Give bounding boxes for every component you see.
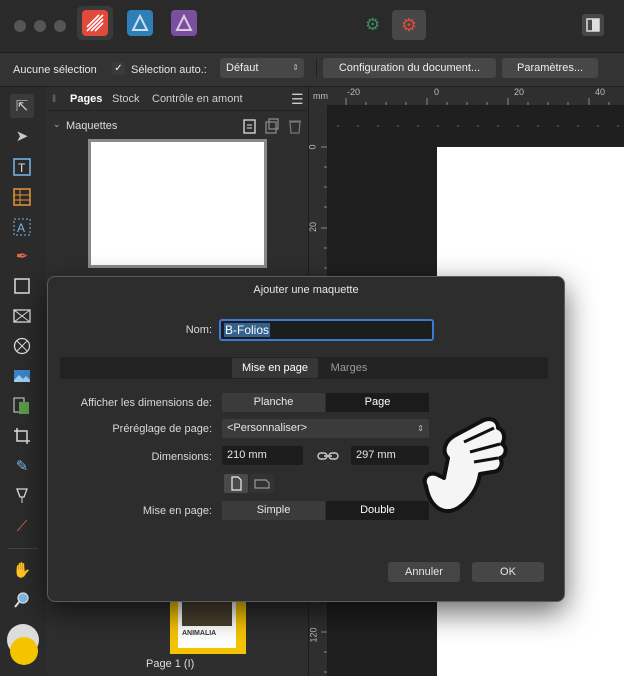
fill-color-swatch[interactable] <box>10 637 38 665</box>
tab-pages[interactable]: Pages <box>70 93 102 105</box>
zoom-tool-icon[interactable] <box>12 590 32 610</box>
panel-grip-icon: ‖ <box>52 94 57 105</box>
panel-toggle-icon[interactable] <box>582 14 604 36</box>
ruler-tick-label: -20 <box>347 87 361 97</box>
thumbnail-photo <box>182 598 232 626</box>
chevron-updown-icon: ⇕ <box>292 63 299 72</box>
auto-select-dropdown[interactable]: Défaut ⇕ <box>220 58 304 78</box>
portrait-orientation-icon[interactable] <box>224 474 248 493</box>
page-thumbnail[interactable]: ANIMALIA <box>170 598 246 654</box>
ok-button[interactable]: OK <box>472 562 544 582</box>
landscape-orientation-icon[interactable] <box>250 474 274 493</box>
ruler-unit: mm <box>313 91 328 101</box>
auto-select-label: Sélection auto.: <box>131 64 207 76</box>
chevron-down-icon[interactable]: ⌄ <box>53 119 61 130</box>
document-setup-button[interactable]: Configuration du document... <box>323 58 496 78</box>
ruler-tick-label: 40 <box>595 87 606 97</box>
name-field[interactable]: B-Folios <box>219 319 434 341</box>
publisher-persona-icon[interactable] <box>82 10 108 36</box>
vector-crop-tool-icon[interactable] <box>12 396 32 416</box>
tab-margins[interactable]: Marges <box>318 358 380 378</box>
toolbar-divider <box>8 548 38 549</box>
ruler-tick-label: 120 <box>308 627 319 643</box>
duplicate-master-icon[interactable] <box>265 118 279 137</box>
auto-select-value: Défaut <box>226 62 259 74</box>
window-close-button[interactable] <box>14 20 26 32</box>
window-zoom-button[interactable] <box>54 20 66 32</box>
dialog-title: Ajouter une maquette <box>253 284 359 296</box>
tab-layout[interactable]: Mise en page <box>232 358 318 378</box>
layout-label: Mise en page: <box>142 505 212 517</box>
rectangle-tool-icon[interactable] <box>12 276 32 296</box>
ruler-tick-label: 20 <box>514 87 525 97</box>
dimensions-label: Dimensions: <box>151 451 212 463</box>
ellipse-frame-tool-icon[interactable] <box>12 336 32 356</box>
move-tool-icon[interactable]: ➤ <box>12 126 32 146</box>
canvas-grid-dots <box>337 125 619 127</box>
crop-tool-icon[interactable] <box>12 426 32 446</box>
ruler-tick-label: 20 <box>308 221 319 233</box>
ruler-tick-label: 0 <box>434 87 440 97</box>
page-label: Page 1 (I) <box>146 658 195 670</box>
delete-master-icon[interactable] <box>288 118 302 137</box>
link-dimensions-icon[interactable] <box>317 448 339 464</box>
settings-button[interactable]: Paramètres... <box>502 58 598 78</box>
panel-divider <box>47 110 308 111</box>
page-preset-value: <Personnaliser> <box>227 422 308 434</box>
tab-stock[interactable]: Stock <box>112 93 140 105</box>
page-preset-label: Préréglage de page: <box>112 423 212 435</box>
add-master-icon[interactable] <box>243 118 257 137</box>
picture-frame-tool-icon[interactable] <box>12 306 32 326</box>
view-tool-icon[interactable]: ✋ <box>12 560 32 580</box>
auto-select-checkbox[interactable]: ✓ <box>112 62 125 75</box>
spread-option[interactable]: Planche <box>222 393 325 412</box>
pointing-hand-icon <box>422 417 508 514</box>
masters-section-title: Maquettes <box>66 120 118 132</box>
svg-text:A: A <box>17 221 25 235</box>
tab-preflight[interactable]: Contrôle en amont <box>152 93 243 105</box>
gear-icon[interactable]: ⚙ <box>365 16 383 34</box>
single-page-option[interactable]: Simple <box>222 501 325 520</box>
node-tool-icon[interactable]: ⇱ <box>12 96 32 116</box>
thumbnail-text: ANIMALIA <box>182 630 217 637</box>
name-label: Nom: <box>185 324 212 336</box>
name-field-value: B-Folios <box>224 323 271 337</box>
ruler-tick-label: 0 <box>307 144 318 150</box>
fill-tool-icon[interactable]: ✎ <box>12 456 32 476</box>
master-thumbnail[interactable] <box>88 139 267 268</box>
designer-persona-icon[interactable] <box>127 10 153 36</box>
width-field[interactable]: 210 mm <box>222 446 303 465</box>
color-picker-tool-icon[interactable]: ⟋ <box>12 516 32 536</box>
ruler-ticks <box>345 98 610 105</box>
text-frame-tool-icon[interactable]: T <box>12 157 32 177</box>
svg-text:T: T <box>18 161 26 175</box>
panel-menu-icon[interactable]: ☰ <box>291 91 304 108</box>
show-dimensions-label: Afficher les dimensions de: <box>80 397 212 409</box>
page-option[interactable]: Page <box>326 393 429 412</box>
selection-status: Aucune sélection <box>13 64 97 76</box>
transparency-tool-icon[interactable] <box>12 486 32 506</box>
image-tool-icon[interactable] <box>12 366 32 386</box>
table-tool-icon[interactable] <box>12 187 32 207</box>
pen-tool-icon[interactable]: ✒ <box>12 246 32 266</box>
cancel-button[interactable]: Annuler <box>388 562 460 582</box>
page-preset-dropdown[interactable]: <Personnaliser> ⇕ <box>222 419 429 438</box>
window-minimize-button[interactable] <box>34 20 46 32</box>
artistic-text-tool-icon[interactable]: A <box>12 217 32 237</box>
divider <box>316 58 317 78</box>
photo-persona-icon[interactable] <box>171 10 197 36</box>
preferences-gear-icon[interactable]: ⚙ <box>392 10 426 40</box>
